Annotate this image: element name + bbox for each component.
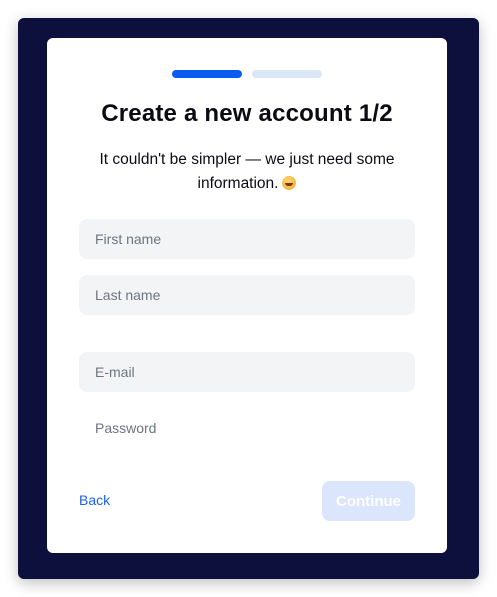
email-input[interactable]	[79, 352, 415, 392]
continue-button[interactable]: Continue	[322, 481, 415, 521]
last-name-input[interactable]	[79, 275, 415, 315]
step-2-progress-bar	[252, 70, 322, 78]
page-subtitle: It couldn't be simpler — we just need so…	[77, 148, 417, 196]
page-title: Create a new account 1/2	[101, 100, 393, 127]
subtitle-text: It couldn't be simpler — we just need so…	[99, 151, 395, 192]
password-input[interactable]	[79, 408, 415, 448]
first-name-input[interactable]	[79, 219, 415, 259]
step-progress	[172, 70, 322, 78]
back-link[interactable]: Back	[79, 492, 110, 508]
signup-card: Create a new account 1/2 It couldn't be …	[47, 38, 447, 553]
step-1-progress-bar	[172, 70, 242, 78]
grinning-face-icon	[282, 176, 297, 190]
app-frame: Create a new account 1/2 It couldn't be …	[18, 18, 479, 579]
